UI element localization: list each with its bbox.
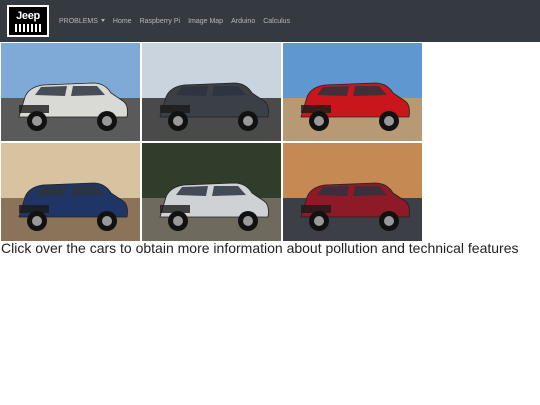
- caret-down-icon: [100, 19, 105, 23]
- jeep-logo[interactable]: Jeep: [7, 5, 49, 37]
- car-image-wrangler[interactable]: [283, 43, 422, 141]
- nav-raspberry-pi[interactable]: Raspberry Pi: [140, 18, 180, 25]
- main-nav: PROBLEMS Home Raspberry Pi Image Map Ard…: [59, 18, 298, 25]
- car-image-cherokee[interactable]: [142, 43, 281, 141]
- car-photo: [142, 43, 281, 141]
- jeep-logo-text: Jeep: [16, 9, 40, 22]
- nav-problems-dropdown[interactable]: PROBLEMS: [59, 18, 105, 25]
- car-image-wrangler-silver[interactable]: [142, 143, 281, 241]
- nav-home[interactable]: Home: [113, 18, 132, 25]
- car-image-grand-cherokee[interactable]: [283, 143, 422, 241]
- gallery-caption: Click over the cars to obtain more infor…: [1, 240, 519, 256]
- grille-icon: [15, 23, 41, 32]
- car-gallery: [1, 43, 422, 241]
- car-photo: [142, 143, 281, 241]
- car-photo: [283, 43, 422, 141]
- nav-arduino[interactable]: Arduino: [231, 18, 255, 25]
- nav-calculus[interactable]: Calculus: [263, 18, 290, 25]
- car-photo: [1, 43, 140, 141]
- top-navbar: Jeep PROBLEMS Home Raspberry Pi Image Ma…: [0, 0, 540, 42]
- car-photo: [283, 143, 422, 241]
- car-image-renegade[interactable]: [1, 143, 140, 241]
- car-photo: [1, 143, 140, 241]
- car-image-compass[interactable]: [1, 43, 140, 141]
- nav-image-map[interactable]: Image Map: [188, 18, 223, 25]
